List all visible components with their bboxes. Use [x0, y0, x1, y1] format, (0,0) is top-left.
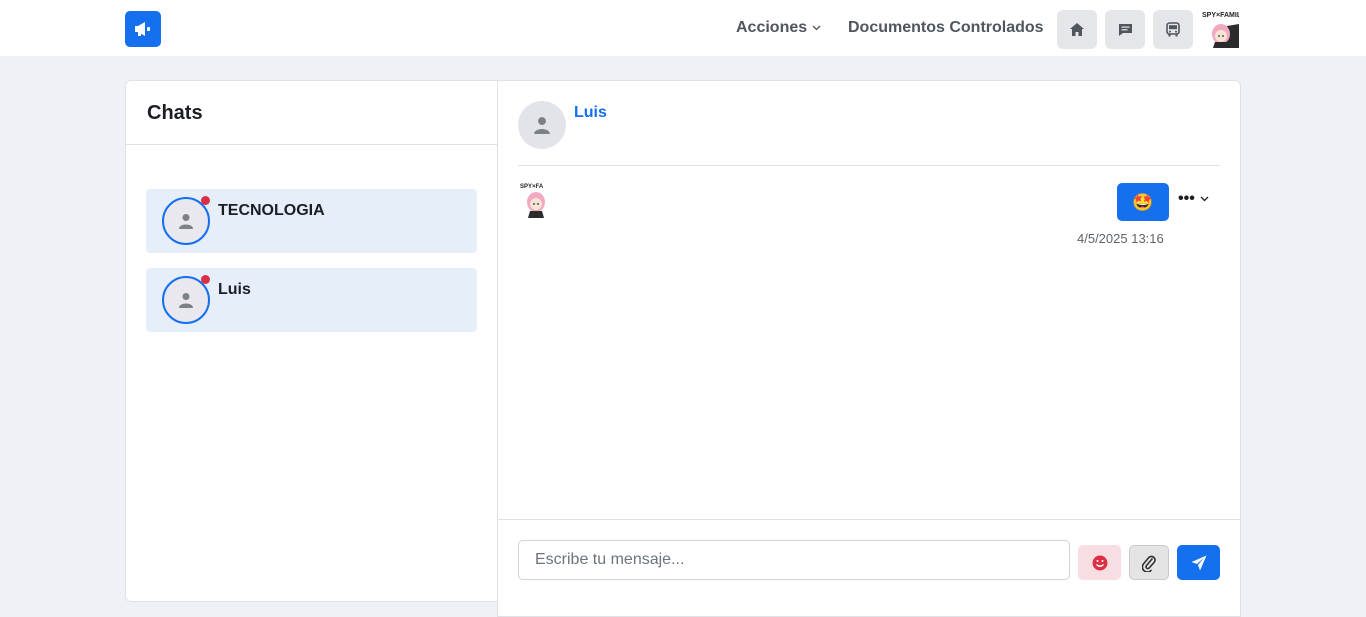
user-icon: [534, 117, 550, 134]
nav-documentos-link[interactable]: Documentos Controlados: [848, 19, 1044, 37]
chat-item-tecnologia[interactable]: TECNOLOGIA: [146, 189, 477, 253]
nav-documentos-label: Documentos Controlados: [848, 19, 1044, 36]
send-button[interactable]: [1177, 545, 1220, 580]
user-icon: [179, 293, 193, 308]
chat-item-name: Luis: [218, 281, 251, 298]
home-button[interactable]: [1057, 10, 1097, 49]
svg-text:SPY×FA: SPY×FA: [520, 184, 544, 190]
online-indicator: [201, 196, 210, 205]
svg-text:SPY×FAMILY: SPY×FAMILY: [1202, 12, 1239, 19]
chevron-down-icon: [1200, 196, 1209, 202]
message-sender-avatar: SPY×FA: [520, 182, 552, 218]
conversation-panel: Luis SPY×FA 🤩 ••• 4/5/2025 13:16: [497, 80, 1241, 617]
message-content: 🤩: [1132, 192, 1154, 212]
message-timestamp: 4/5/2025 13:16: [1077, 231, 1164, 246]
divider: [518, 165, 1220, 166]
send-icon: [1191, 555, 1206, 570]
home-icon: [1070, 23, 1084, 36]
message-bubble[interactable]: 🤩: [1117, 183, 1169, 221]
chat-item-name: TECNOLOGIA: [218, 202, 325, 219]
contact-name[interactable]: Luis: [574, 104, 607, 122]
message-input[interactable]: [518, 540, 1070, 580]
messages-button[interactable]: [1105, 10, 1145, 49]
divider: [498, 519, 1240, 520]
user-avatar[interactable]: SPY×FAMILY: [1201, 10, 1239, 48]
user-icon: [179, 214, 193, 229]
chat-item-luis[interactable]: Luis: [146, 268, 477, 332]
app-logo[interactable]: [125, 11, 161, 47]
more-options-icon: •••: [1178, 190, 1195, 207]
chats-panel: Chats TECNOLOGIA Luis: [125, 80, 498, 602]
message-icon: [1118, 23, 1132, 36]
nav-acciones-menu[interactable]: Acciones: [736, 19, 821, 37]
chevron-down-icon: [812, 25, 821, 31]
attach-button[interactable]: [1129, 545, 1169, 580]
contact-avatar: [518, 101, 566, 149]
divider: [126, 144, 497, 145]
chats-title: Chats: [147, 102, 203, 124]
online-indicator: [201, 275, 210, 284]
emoji-button[interactable]: [1078, 545, 1121, 580]
top-navbar: Acciones Documentos Controlados SPY×FAMI…: [0, 0, 1366, 56]
emoji-icon: [1092, 555, 1107, 570]
message-options-button[interactable]: •••: [1178, 191, 1209, 207]
paperclip-icon: [1142, 555, 1156, 572]
nav-acciones-label: Acciones: [736, 19, 808, 36]
megaphone-icon: [135, 22, 150, 36]
bus-button[interactable]: [1153, 10, 1193, 49]
bus-icon: [1166, 22, 1180, 37]
